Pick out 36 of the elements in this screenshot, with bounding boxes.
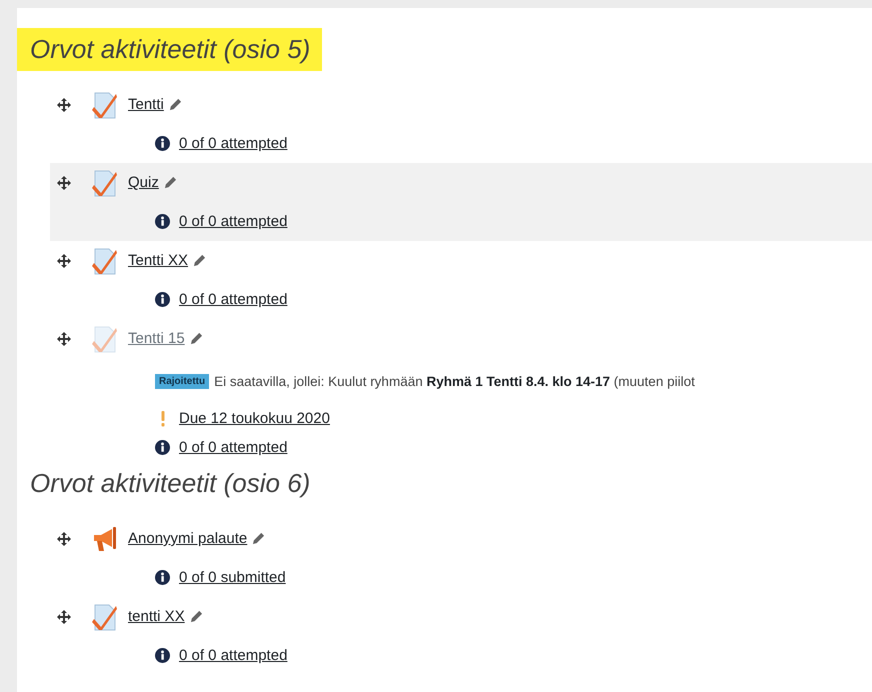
activity-link[interactable]: Tentti [128, 96, 164, 113]
move-icon[interactable] [57, 610, 71, 624]
move-icon[interactable] [57, 332, 71, 346]
section-heading: Orvot aktiviteetit (osio 6) [29, 467, 312, 500]
exclamation-icon [160, 410, 166, 426]
pencil-icon[interactable] [168, 98, 182, 111]
completion-link[interactable]: 0 of 0 attempted [179, 647, 288, 664]
info-icon [155, 214, 170, 229]
activity-link[interactable]: tentti XX [128, 608, 185, 625]
info-icon [155, 570, 170, 585]
completion-link[interactable]: 0 of 0 submitted [179, 569, 286, 586]
activity-link[interactable]: Tentti 15 [128, 330, 185, 347]
move-icon[interactable] [57, 98, 71, 112]
completion-link[interactable]: 0 of 0 attempted [179, 213, 288, 230]
info-icon [155, 648, 170, 663]
section-heading: Orvot aktiviteetit (osio 5) [17, 28, 322, 71]
completion-link[interactable]: 0 of 0 attempted [179, 291, 288, 308]
activity-link[interactable]: Tentti XX [128, 252, 188, 269]
restriction-text: Ei saatavilla, jollei: Kuulut ryhmään Ryhmä 1 Tentti 8.4. klo 14-17 (muuten piilot [214, 374, 695, 388]
info-icon [155, 440, 170, 455]
pencil-icon[interactable] [193, 254, 206, 267]
info-icon [155, 136, 170, 151]
activity-link[interactable]: Anonyymi palaute [128, 530, 248, 547]
due-date-link[interactable]: Due 12 toukokuu 2020 [179, 410, 330, 427]
restricted-badge: Rajoitettu [155, 374, 210, 388]
pencil-icon[interactable] [190, 610, 203, 623]
pencil-icon[interactable] [252, 532, 266, 545]
completion-link[interactable]: 0 of 0 attempted [179, 439, 288, 456]
completion-link[interactable]: 0 of 0 attempted [179, 135, 288, 152]
pencil-icon[interactable] [164, 176, 177, 189]
pencil-icon[interactable] [190, 332, 203, 345]
move-icon[interactable] [57, 254, 71, 268]
activity-link[interactable]: Quiz [128, 174, 159, 191]
move-icon[interactable] [57, 532, 71, 546]
move-icon[interactable] [57, 176, 71, 190]
info-icon [155, 292, 170, 307]
